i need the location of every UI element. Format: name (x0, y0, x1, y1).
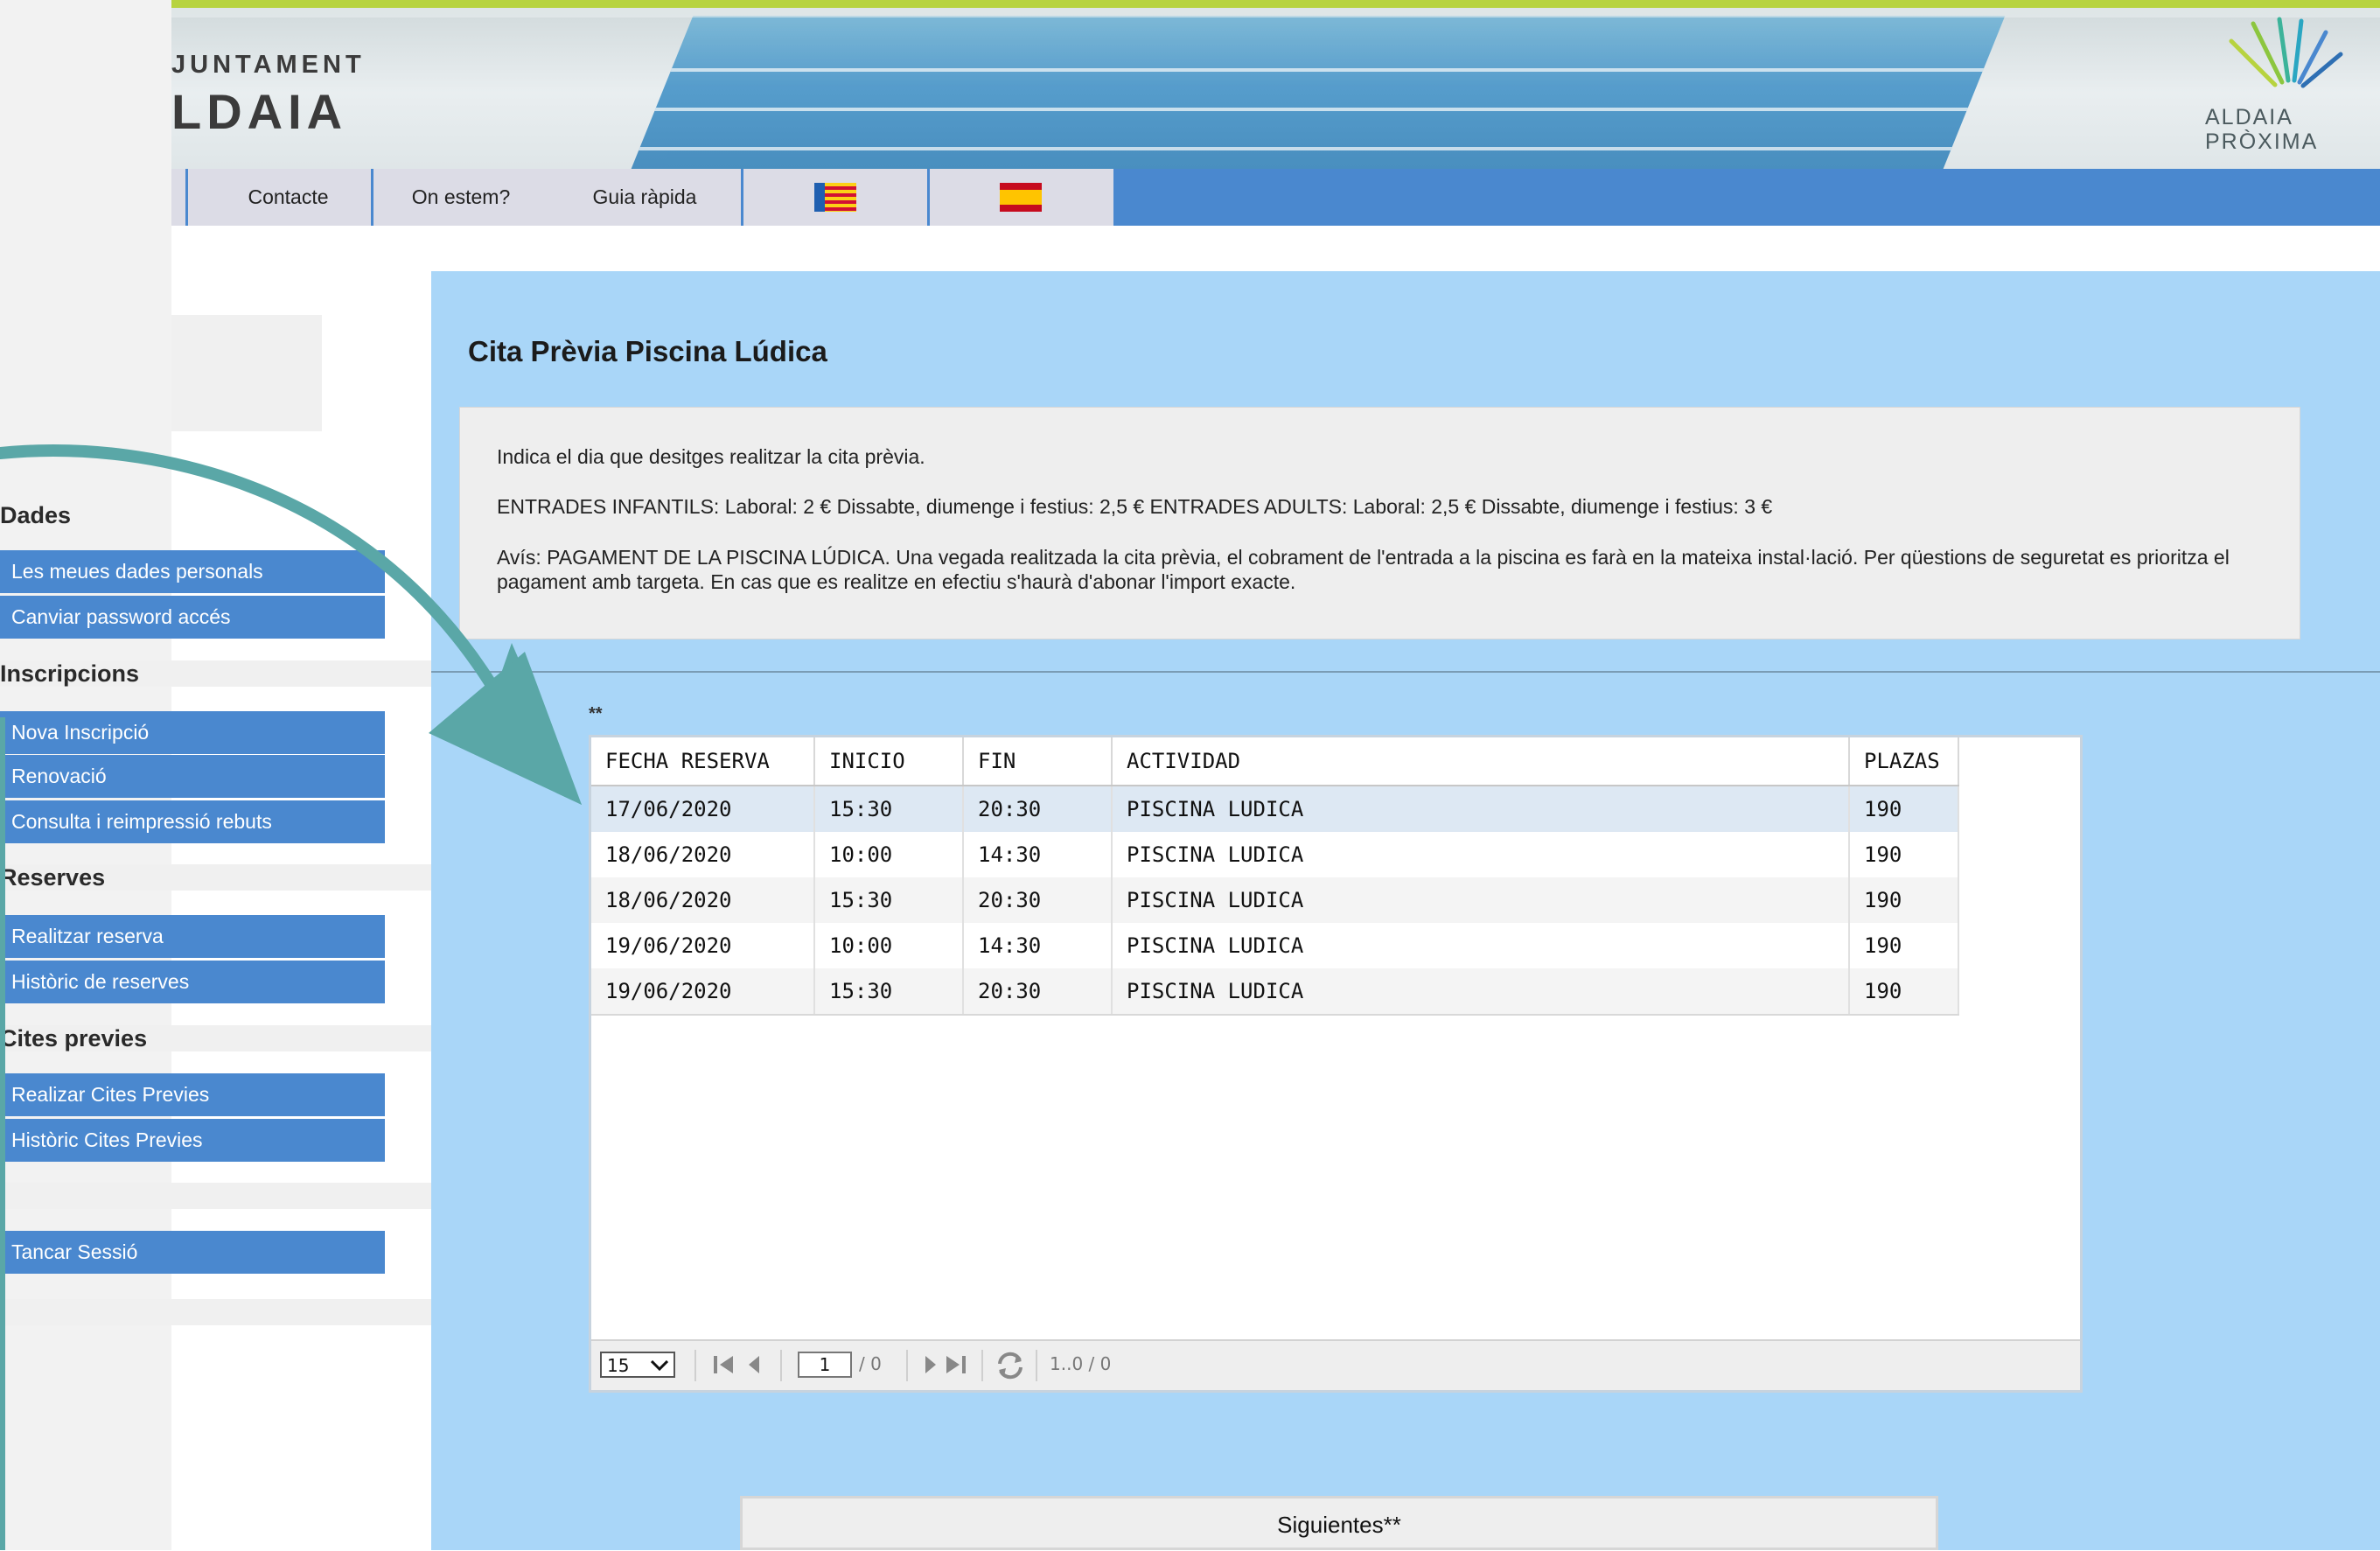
sidebar-item-historic-cites-previes[interactable]: Històric Cites Previes (0, 1119, 385, 1162)
sidebar-heading-inscripcions: Inscripcions (0, 660, 431, 687)
required-marker: ** (589, 704, 603, 723)
sidebar: Dades Les meues dades personals Canviar … (0, 0, 431, 1550)
grid-pager: 15 1 / 0 1..0 / 0 (591, 1339, 2080, 1390)
page-size-select[interactable]: 15 (600, 1352, 675, 1378)
cell-plazas: 190 (1849, 877, 1959, 923)
info-prices: ENTRADES INFANTILS: Laboral: 2 € Dissabt… (497, 495, 1773, 518)
table-row[interactable]: 19/06/2020 15:30 20:30 PISCINA LUDICA 19… (591, 968, 1959, 1016)
cell-actividad: PISCINA LUDICA (1112, 832, 1850, 877)
sidebar-heading-dades: Dades (0, 502, 72, 528)
cell-plazas: 190 (1849, 923, 1959, 968)
cell-fin: 14:30 (963, 923, 1113, 968)
banner-top-line (171, 0, 2380, 8)
pager-separator (906, 1350, 908, 1381)
cell-inicio: 10:00 (814, 923, 964, 968)
cell-fecha: 18/06/2020 (591, 832, 815, 877)
divider (431, 671, 2380, 673)
cell-fecha: 17/06/2020 (591, 786, 815, 832)
info-box: Indica el dia que desitges realitzar la … (459, 407, 2300, 639)
sidebar-item-historic-reserves[interactable]: Històric de reserves (0, 961, 385, 1003)
sidebar-item-nova-inscripcio[interactable]: Nova Inscripció (0, 711, 385, 754)
cell-fecha: 19/06/2020 (591, 968, 815, 1016)
cell-plazas: 190 (1849, 786, 1959, 832)
page-title: Cita Prèvia Piscina Lúdica (468, 335, 827, 367)
cell-fin: 14:30 (963, 832, 1113, 877)
nav-guia-rapida[interactable]: Guia ràpida (548, 169, 741, 226)
page-size-value: 15 (607, 1355, 630, 1376)
cell-inicio: 15:30 (814, 786, 964, 832)
sidebar-spacer (0, 1299, 431, 1325)
page-number-input[interactable]: 1 (798, 1352, 852, 1378)
info-payment-notice: Avís: PAGAMENT DE LA PISCINA LÚDICA. Una… (497, 546, 2230, 593)
cell-actividad: PISCINA LUDICA (1112, 923, 1850, 968)
table-row[interactable]: 18/06/2020 10:00 14:30 PISCINA LUDICA 19… (591, 832, 1959, 877)
main-panel: Cita Prèvia Piscina Lúdica Indica el dia… (431, 271, 2380, 1550)
appointments-table: FECHA RESERVA INICIO FIN ACTIVIDAD PLAZA… (591, 737, 1959, 1016)
pager-separator (780, 1350, 782, 1381)
col-inicio[interactable]: INICIO (814, 737, 964, 786)
cell-inicio: 10:00 (814, 832, 964, 877)
pager-separator (981, 1350, 983, 1381)
cell-fin: 20:30 (963, 877, 1113, 923)
pager-separator (694, 1350, 696, 1381)
aldaia-proxima-logo-icon (2229, 17, 2343, 88)
col-fecha-reserva[interactable]: FECHA RESERVA (591, 737, 815, 786)
refresh-icon[interactable] (995, 1352, 1025, 1380)
page-total: / 0 (859, 1353, 882, 1374)
col-fin[interactable]: FIN (963, 737, 1113, 786)
sidebar-item-realitzar-reserva[interactable]: Realitzar reserva (0, 915, 385, 958)
sidebar-heading-reserves: Reserves (0, 864, 431, 891)
prev-page-icon[interactable] (745, 1352, 763, 1378)
sidebar-item-renovacio[interactable]: Renovació (0, 755, 385, 798)
spanish-flag-icon[interactable] (1000, 183, 1042, 212)
table-row[interactable]: 17/06/2020 15:30 20:30 PISCINA LUDICA 19… (591, 786, 1959, 832)
cell-fecha: 18/06/2020 (591, 877, 815, 923)
chevron-down-icon (651, 1360, 668, 1371)
sidebar-item-dades-personals[interactable]: Les meues dades personals (0, 550, 385, 593)
info-instruction: Indica el dia que desitges realitzar la … (497, 445, 925, 468)
cell-fin: 20:30 (963, 786, 1113, 832)
cell-actividad: PISCINA LUDICA (1112, 786, 1850, 832)
header-banner: JUNTAMENT LDAIA ALDAIA PRÒXIMA (171, 0, 2380, 169)
col-plazas[interactable]: PLAZAS (1849, 737, 1959, 786)
pool-photo (629, 16, 2006, 169)
cell-fecha: 19/06/2020 (591, 923, 815, 968)
sidebar-item-realizar-cites-previes[interactable]: Realizar Cites Previes (0, 1073, 385, 1116)
cell-actividad: PISCINA LUDICA (1112, 877, 1850, 923)
logout-button[interactable]: Tancar Sessió (0, 1231, 385, 1274)
next-page-icon[interactable] (922, 1352, 939, 1378)
next-button[interactable]: Siguientes** (740, 1496, 1938, 1550)
valencian-flag-icon[interactable] (814, 183, 856, 212)
sidebar-spacer (0, 1183, 431, 1209)
proxima-line2: PRÒXIMA (2205, 129, 2319, 154)
cell-fin: 20:30 (963, 968, 1113, 1016)
top-nav: Contacte On estem? Guia ràpida (171, 169, 2380, 226)
cell-plazas: 190 (1849, 968, 1959, 1016)
cell-actividad: PISCINA LUDICA (1112, 968, 1850, 1016)
sidebar-item-consulta-rebuts[interactable]: Consulta i reimpressió rebuts (0, 800, 385, 843)
table-row[interactable]: 19/06/2020 10:00 14:30 PISCINA LUDICA 19… (591, 923, 1959, 968)
cell-inicio: 15:30 (814, 877, 964, 923)
sidebar-heading-cites-previes: Cites previes (0, 1025, 431, 1051)
pager-range: 1..0 / 0 (1050, 1353, 1112, 1374)
pager-separator (1036, 1350, 1037, 1381)
table-row[interactable]: 18/06/2020 15:30 20:30 PISCINA LUDICA 19… (591, 877, 1959, 923)
last-page-icon[interactable] (945, 1352, 967, 1378)
appointments-grid: FECHA RESERVA INICIO FIN ACTIVIDAD PLAZA… (589, 735, 2083, 1393)
aldaia-proxima-text: ALDAIA PRÒXIMA (2205, 105, 2345, 154)
sidebar-item-canviar-password[interactable]: Canviar password accés (0, 596, 385, 639)
cell-inicio: 15:30 (814, 968, 964, 1016)
col-actividad[interactable]: ACTIVIDAD (1112, 737, 1850, 786)
proxima-line1: ALDAIA (2205, 105, 2293, 129)
cell-plazas: 190 (1849, 832, 1959, 877)
first-page-icon[interactable] (712, 1352, 735, 1378)
